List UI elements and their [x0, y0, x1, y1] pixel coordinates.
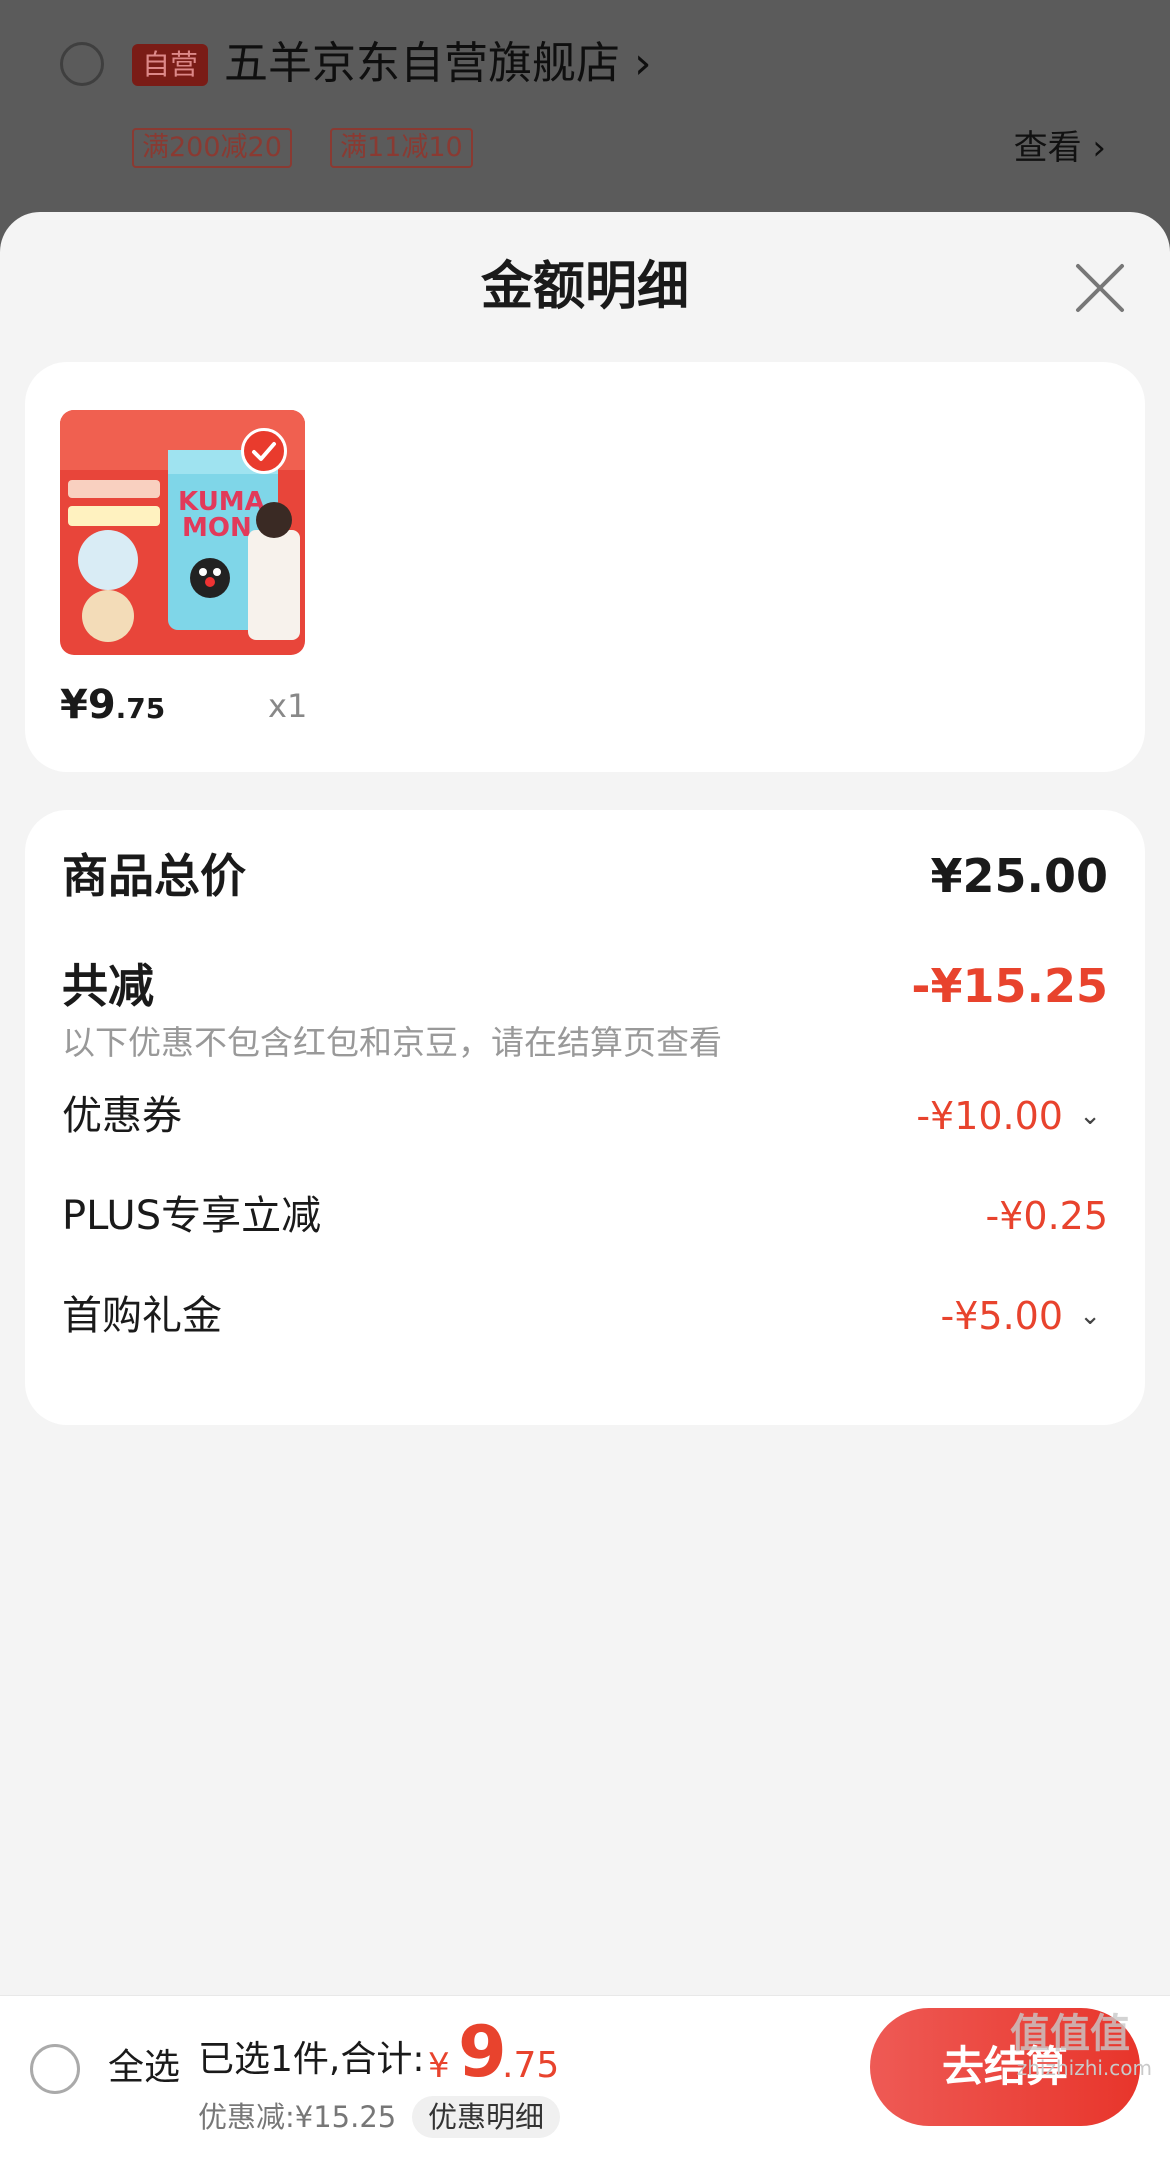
chevron-down-icon[interactable]: ⌄	[1079, 1286, 1101, 1346]
discount-label: 共减	[62, 959, 154, 1013]
coupon-value[interactable]: -¥10.00	[916, 1086, 1063, 1146]
check-icon	[252, 442, 276, 461]
watermark-text: zhizhizhi.com	[1016, 2056, 1152, 2080]
total-price-int: 9	[458, 2011, 507, 2093]
product-thumbnail[interactable]: KUMA MON	[60, 410, 305, 655]
first-purchase-gift-label[interactable]: 首购礼金	[62, 1286, 222, 1346]
saved-amount: 优惠减:¥15.25	[198, 2100, 397, 2134]
self-operated-badge: 自营	[132, 44, 209, 86]
product-price-dec: .75	[115, 692, 166, 725]
total-price-dec: .75	[502, 2045, 560, 2086]
coupon-label[interactable]: 优惠券	[62, 1086, 182, 1146]
subtotal-label: 商品总价	[62, 849, 246, 903]
promo-tag-1[interactable]: 满200减20	[132, 128, 292, 168]
plus-discount-label: PLUS专享立减	[62, 1193, 322, 1239]
promo-tag-2[interactable]: 满11减10	[330, 128, 473, 168]
discount-note: 以下优惠不包含红包和京豆，请在结算页查看	[62, 1023, 722, 1062]
product-price: ¥9.75	[60, 680, 165, 738]
subtotal-value: ¥25.00	[930, 849, 1108, 903]
view-promo-link[interactable]: 查看 ›	[1014, 126, 1106, 170]
select-all-radio[interactable]	[30, 2044, 80, 2094]
discount-detail-button[interactable]: 优惠明细	[412, 2096, 561, 2138]
watermark-logo: 值值值	[1010, 2011, 1130, 2057]
select-all-label[interactable]: 全选	[108, 2040, 180, 2096]
discount-total-value: -¥15.25	[911, 959, 1108, 1013]
total-currency: ¥	[428, 2046, 450, 2086]
product-quantity: x1	[268, 687, 308, 725]
sheet-title: 金额明细	[480, 257, 689, 317]
selected-check-badge	[241, 428, 287, 474]
product-card: KUMA MON ¥9.75 x1	[25, 362, 1145, 772]
svg-text:MON: MON	[182, 513, 252, 543]
store-select-radio[interactable]	[60, 42, 104, 86]
chevron-down-icon[interactable]: ⌄	[1079, 1086, 1101, 1146]
checkout-bar: 全选 已选1件,合计: ¥ 9 .75 优惠减:¥15.25 优惠明细 去结算 …	[0, 1995, 1170, 2157]
selected-summary: 已选1件,合计:	[198, 2039, 425, 2080]
price-breakdown-card: 商品总价 ¥25.00 共减 -¥15.25 以下优惠不包含红包和京豆，请在结算…	[25, 810, 1145, 1425]
product-price-int: ¥9	[60, 682, 116, 728]
first-purchase-gift-value[interactable]: -¥5.00	[941, 1286, 1064, 1346]
close-button[interactable]	[1070, 258, 1130, 318]
store-name-link[interactable]: 五羊京东自营旗舰店 ›	[224, 34, 652, 94]
close-icon	[1076, 264, 1124, 312]
plus-discount-value: -¥0.25	[985, 1194, 1109, 1238]
amount-detail-sheet: 金额明细 KUMA MON ¥9.75 x1 商品总价 ¥25.00 共减 -¥…	[0, 212, 1170, 2156]
